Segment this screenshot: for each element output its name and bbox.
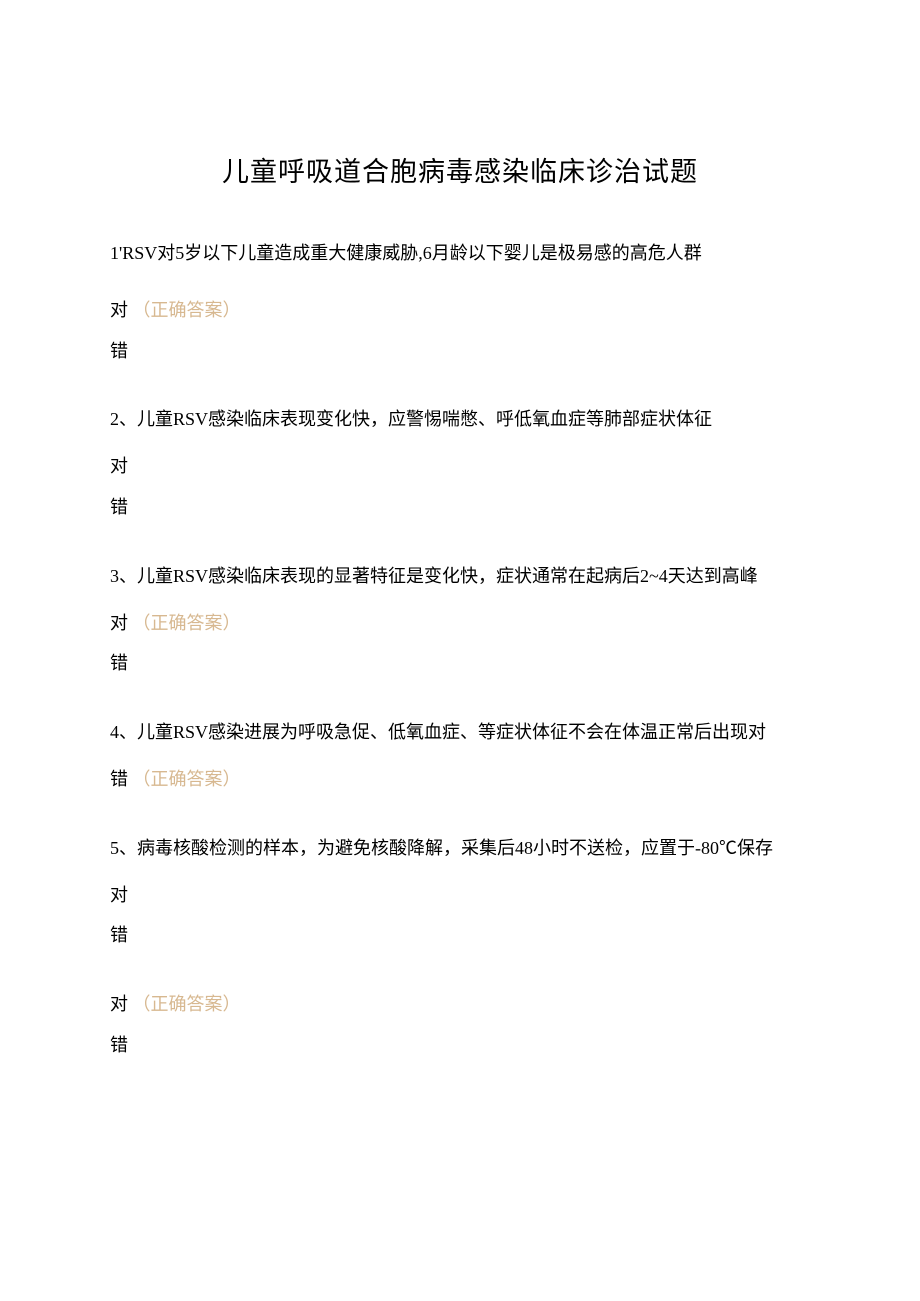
option-label: 错 (110, 925, 128, 945)
question-text: 3、儿童RSV感染临床表现的显著特征是变化快，症状通常在起病后2~4天达到高峰 (110, 562, 810, 591)
question-text: 1'RSV对5岁以下儿童造成重大健康威胁,6月龄以下婴儿是极易感的高危人群 (110, 239, 810, 268)
option-line: 错 (110, 493, 810, 522)
question-text: 5、病毒核酸检测的样本，为避免核酸降解，采集后48小时不送检，应置于-80℃保存 (110, 834, 810, 863)
option-label: 错 (110, 341, 128, 361)
option-label: 错 (110, 1035, 128, 1055)
option-label: 对 (110, 613, 128, 633)
question-text: 4、儿童RSV感染进展为呼吸急促、低氧血症、等症状体征不会在体温正常后出现对 (110, 718, 810, 747)
option-line: 错 (110, 1031, 810, 1060)
correct-answer-mark: （正确答案） (133, 769, 241, 789)
option-label: 错 (110, 653, 128, 673)
option-line: 对 （正确答案） (110, 296, 810, 325)
option-label: 对 (110, 300, 128, 320)
correct-answer-mark: （正确答案） (133, 994, 241, 1014)
option-label: 对 (110, 456, 128, 476)
option-line: 错 (110, 337, 810, 366)
correct-answer-mark: （正确答案） (133, 613, 241, 633)
question-text: 2、儿童RSV感染临床表现变化快，应警惕喘憋、呼低氧血症等肺部症状体征 (110, 405, 810, 434)
option-label: 错 (110, 497, 128, 517)
document-page: 儿童呼吸道合胞病毒感染临床诊治试题 1'RSV对5岁以下儿童造成重大健康威胁,6… (0, 0, 920, 1301)
option-label: 错 (110, 769, 128, 789)
option-line: 对 (110, 881, 810, 910)
page-title: 儿童呼吸道合胞病毒感染临床诊治试题 (110, 150, 810, 189)
option-line: 错 (110, 649, 810, 678)
option-label: 对 (110, 994, 128, 1014)
option-line: 对 (110, 452, 810, 481)
option-line: 错 （正确答案） (110, 765, 810, 794)
option-label: 对 (110, 885, 128, 905)
correct-answer-mark: （正确答案） (133, 300, 241, 320)
option-line: 对 （正确答案） (110, 609, 810, 638)
option-line: 错 (110, 921, 810, 950)
option-line: 对 （正确答案） (110, 990, 810, 1019)
